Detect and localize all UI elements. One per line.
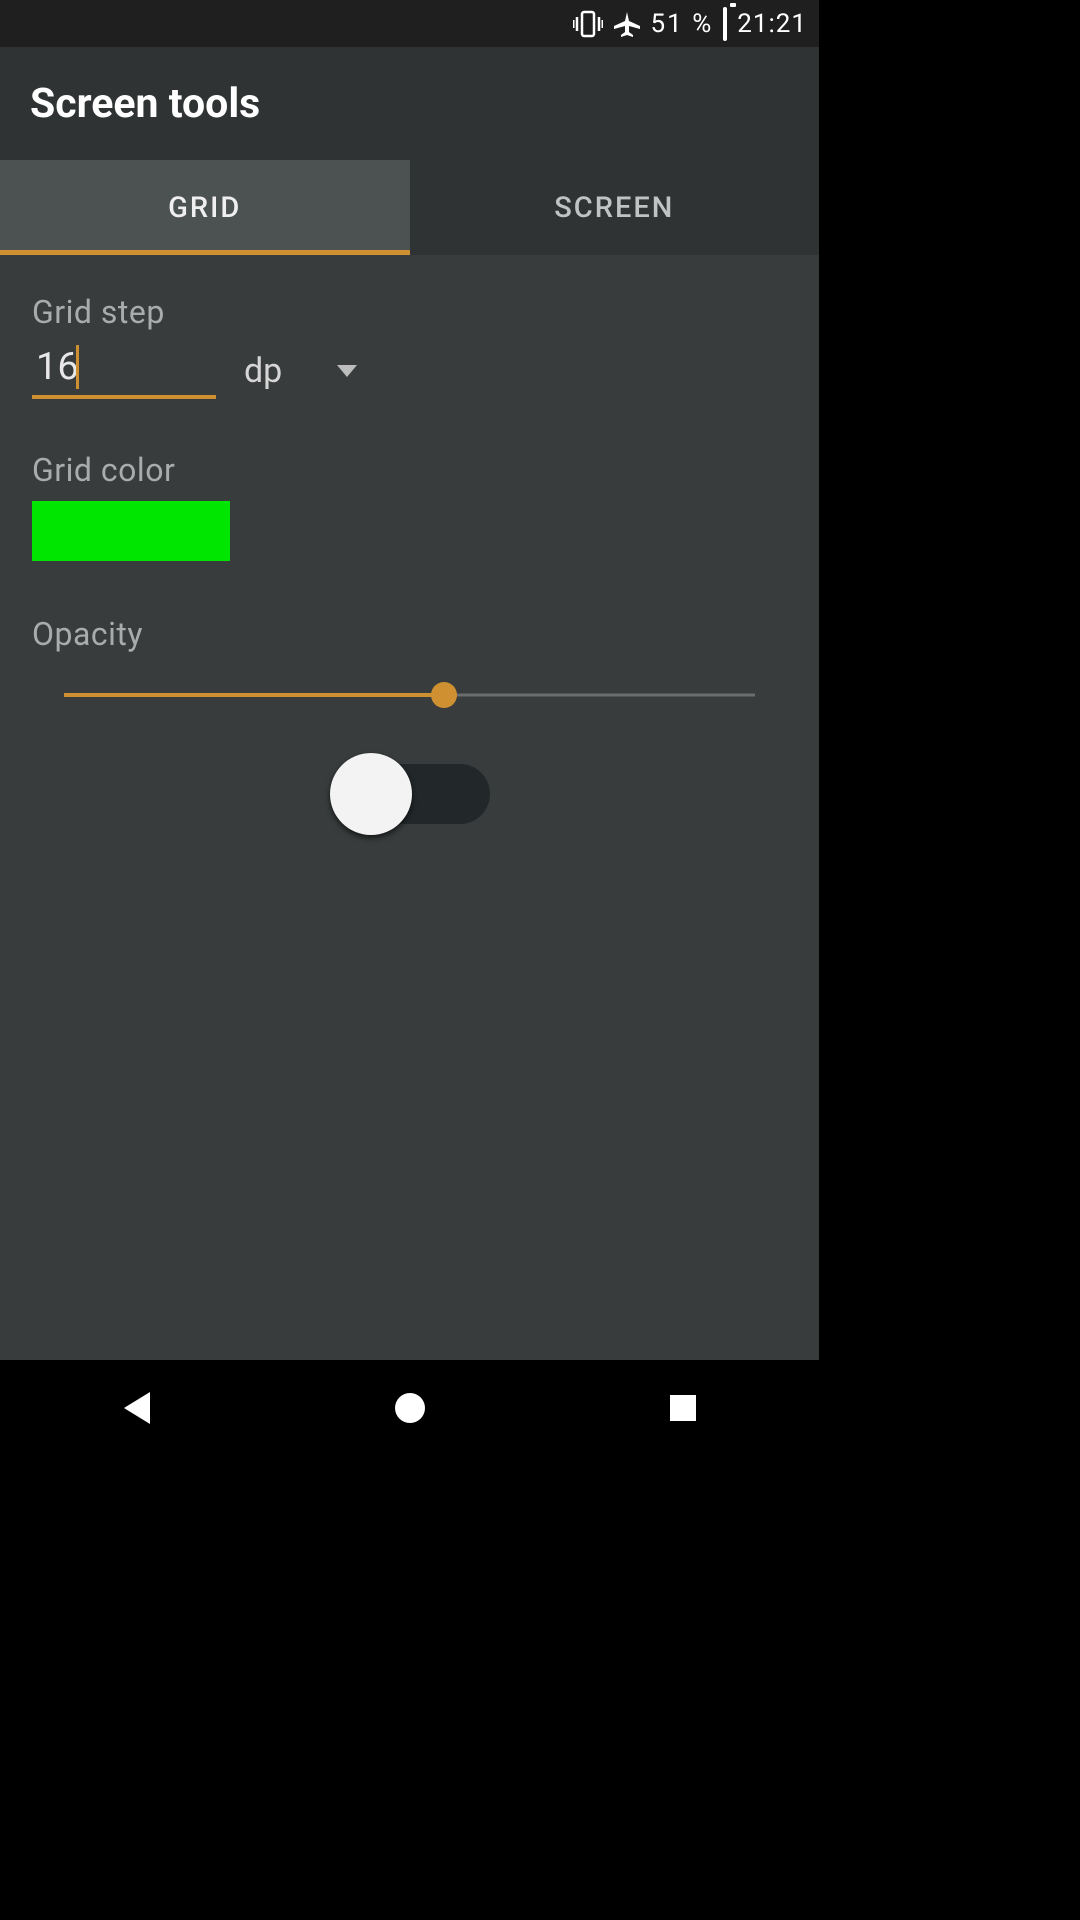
unit-select[interactable]: dp [244,351,357,399]
status-bar: 51 % 21:21 [0,0,819,47]
nav-bar [0,1360,819,1456]
grid-color-swatch[interactable] [32,501,230,561]
airplane-icon [613,10,641,38]
home-icon [395,1393,425,1423]
tab-grid[interactable]: GRID [0,160,410,255]
clock: 21:21 [737,9,807,39]
battery-percent: 51 % [651,9,714,39]
battery-icon [723,9,727,39]
tab-bar: GRID SCREEN [0,160,819,255]
tab-label: SCREEN [554,191,674,225]
grid-step-input[interactable] [32,345,216,399]
recent-icon [670,1395,696,1421]
page-title: Screen tools [30,80,260,128]
switch-thumb [330,753,412,835]
app-bar: Screen tools [0,47,819,160]
unit-label: dp [244,351,282,391]
opacity-slider[interactable] [32,681,787,709]
tab-label: GRID [168,191,241,225]
tab-screen[interactable]: SCREEN [410,160,820,255]
grid-step-field[interactable] [32,345,216,399]
slider-fill [64,693,444,697]
grid-color-label: Grid color [32,451,787,489]
opacity-label: Opacity [32,615,787,653]
nav-home-button[interactable] [310,1360,510,1456]
text-caret [76,345,79,389]
vibrate-icon [573,10,603,38]
nav-back-button[interactable] [37,1360,237,1456]
back-icon [124,1392,150,1424]
content: Grid step dp Grid color Opacity [0,255,819,1360]
grid-step-label: Grid step [32,293,787,331]
enable-switch[interactable] [330,753,490,835]
nav-recent-button[interactable] [583,1360,783,1456]
slider-thumb[interactable] [431,682,457,708]
chevron-down-icon [337,365,357,377]
